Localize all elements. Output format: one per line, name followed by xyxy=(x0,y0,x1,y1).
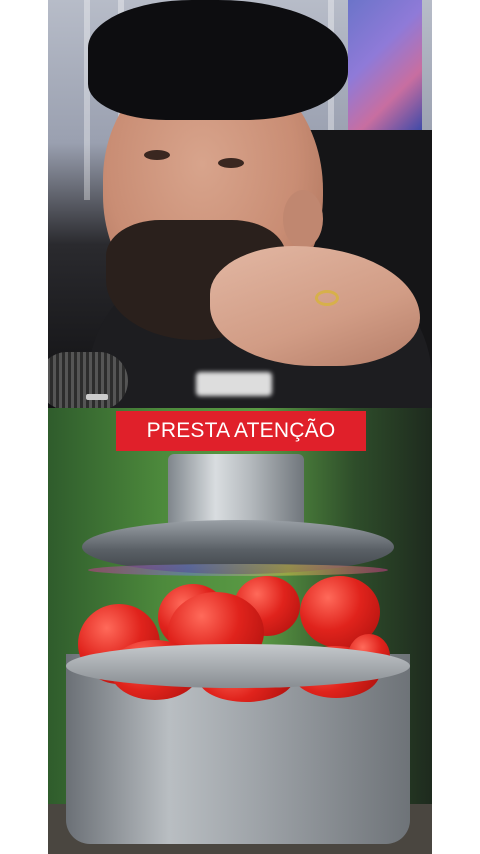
blurred-watermark xyxy=(196,372,272,396)
caption-banner: PRESTA ATENÇÃO xyxy=(116,411,366,451)
press-base-rim xyxy=(66,644,410,688)
video-frame[interactable]: PRESTA ATENÇÃO xyxy=(48,0,432,854)
podcast-host-panel xyxy=(48,0,432,408)
host-eye xyxy=(144,150,170,160)
press-plate-edge xyxy=(88,564,388,576)
hydraulic-press-panel xyxy=(48,408,432,854)
wall-art xyxy=(348,0,422,130)
host-eye xyxy=(218,158,244,168)
wall-stripe xyxy=(84,0,90,200)
caption-text: PRESTA ATENÇÃO xyxy=(146,419,336,442)
host-cap xyxy=(88,0,348,120)
microphone-logo xyxy=(86,394,108,400)
ring-icon xyxy=(315,290,339,306)
host-ear xyxy=(283,190,323,248)
